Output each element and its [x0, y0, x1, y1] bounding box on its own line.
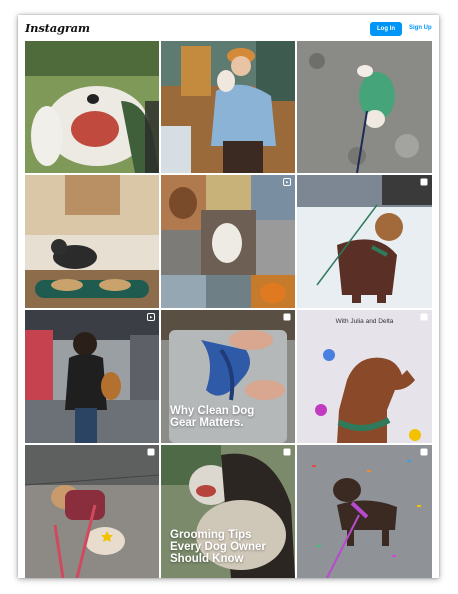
- post-title-line: Grooming Tips: [170, 529, 252, 541]
- multiple-posts-icon: [147, 448, 155, 456]
- dogs-on-pavement-photo: [25, 445, 159, 578]
- post-title-line: Should Know: [170, 553, 244, 565]
- post-caption: With Julia and Delta: [335, 318, 394, 325]
- dog-with-confetti-photo: [297, 445, 432, 578]
- multiple-posts-icon: [283, 448, 291, 456]
- post-tile-8[interactable]: Why Clean Dog Gear Matters.: [161, 310, 295, 443]
- post-tile-5[interactable]: [161, 175, 295, 308]
- white-dog-photo: [25, 41, 159, 173]
- dog-with-bowls-photo: [25, 175, 159, 308]
- reel-icon: [147, 313, 155, 321]
- post-tile-7[interactable]: [25, 310, 159, 443]
- post-tile-11[interactable]: Grooming Tips Every Dog Owner Should Kno…: [161, 445, 295, 578]
- woman-with-dog-photo: [161, 41, 295, 173]
- instagram-logo[interactable]: Instagram: [25, 21, 90, 35]
- post-tile-2[interactable]: [161, 41, 295, 173]
- post-tile-10[interactable]: [25, 445, 159, 578]
- multiple-posts-icon: [420, 178, 428, 186]
- multiple-posts-icon: [420, 313, 428, 321]
- post-tile-9[interactable]: With Julia and Delta: [297, 310, 432, 443]
- post-title-line: Every Dog Owner: [170, 541, 266, 553]
- post-title-overlay: Why Clean Dog Gear Matters.: [170, 405, 254, 429]
- post-title-line: Gear Matters.: [170, 417, 244, 429]
- multiple-posts-icon: [420, 448, 428, 456]
- post-tile-12[interactable]: [297, 445, 432, 578]
- dog-collage-photo: [161, 175, 295, 308]
- poodle-in-snow-photo: [297, 175, 432, 308]
- top-bar: Instagram Log In Sign Up: [18, 15, 439, 41]
- brown-dog-harness-photo: [297, 310, 432, 443]
- post-grid: Why Clean Dog Gear Matters. With Julia a…: [25, 41, 432, 578]
- post-tile-6[interactable]: [297, 175, 432, 308]
- post-tile-4[interactable]: [25, 175, 159, 308]
- post-tile-3[interactable]: [297, 41, 432, 173]
- reel-icon: [283, 178, 291, 186]
- post-title-line: Why Clean Dog: [170, 405, 255, 417]
- sign-up-link[interactable]: Sign Up: [409, 25, 432, 31]
- log-in-button[interactable]: Log In: [370, 22, 402, 36]
- woman-rainy-street-photo: [25, 310, 159, 443]
- post-tile-1[interactable]: [25, 41, 159, 173]
- dog-on-gravel-photo: [297, 41, 432, 173]
- post-title-overlay: Grooming Tips Every Dog Owner Should Kno…: [170, 529, 266, 565]
- multiple-posts-icon: [283, 313, 291, 321]
- instagram-profile-frame: Instagram Log In Sign Up Why Clean Dog G…: [18, 15, 439, 578]
